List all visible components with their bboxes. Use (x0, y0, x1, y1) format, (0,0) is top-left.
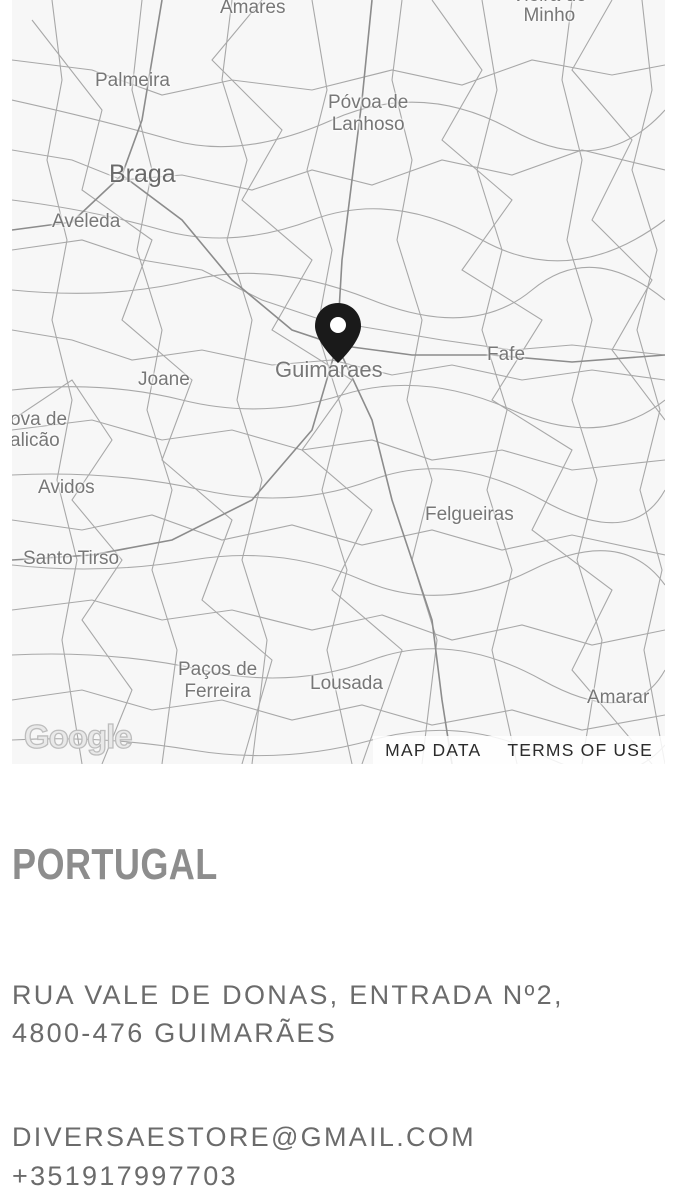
place-label-fafe: Fafe (487, 344, 526, 365)
place-label-vieira-do-minho: Vieira do Minho (512, 0, 587, 26)
country-heading: PORTUGAL (12, 840, 218, 889)
place-label-vila-nova-de-famalicao: ova de alicão (12, 409, 68, 451)
place-label-aveleda: Aveleda (52, 211, 121, 232)
place-label-amarante: Amarar (587, 687, 650, 708)
store-address: RUA VALE DE DONAS, ENTRADA Nº2, 4800-476… (12, 980, 564, 1048)
location-map[interactable]: Amares Vieira do Minho Palmeira Póvoa de… (12, 0, 665, 764)
place-label-joane: Joane (138, 369, 190, 390)
store-phone[interactable]: +351917997703 (12, 1157, 238, 1195)
place-label-amares: Amares (220, 0, 286, 18)
place-label-santo-tirso: Santo Tirso (23, 548, 120, 569)
place-label-lousada: Lousada (310, 673, 383, 694)
map-data-link[interactable]: MAP DATA (385, 740, 481, 761)
terms-of-use-link[interactable]: TERMS OF USE (507, 740, 653, 761)
google-logo: Google (23, 717, 133, 755)
place-label-povoa-de-lanhoso: Póvoa de Lanhoso (328, 92, 409, 135)
place-label-palmeira: Palmeira (95, 70, 170, 91)
place-label-felgueiras: Felgueiras (425, 504, 514, 525)
place-label-avidos: Avidos (38, 477, 95, 498)
location-pin-icon[interactable] (314, 302, 362, 364)
map-attribution-bar: MAP DATA TERMS OF USE (373, 736, 665, 764)
place-label-braga: Braga (109, 160, 176, 188)
place-label-pacos-de-ferreira: Paços de Ferreira (178, 659, 258, 702)
store-email[interactable]: DIVERSAESTORE@GMAIL.COM (12, 1118, 476, 1156)
